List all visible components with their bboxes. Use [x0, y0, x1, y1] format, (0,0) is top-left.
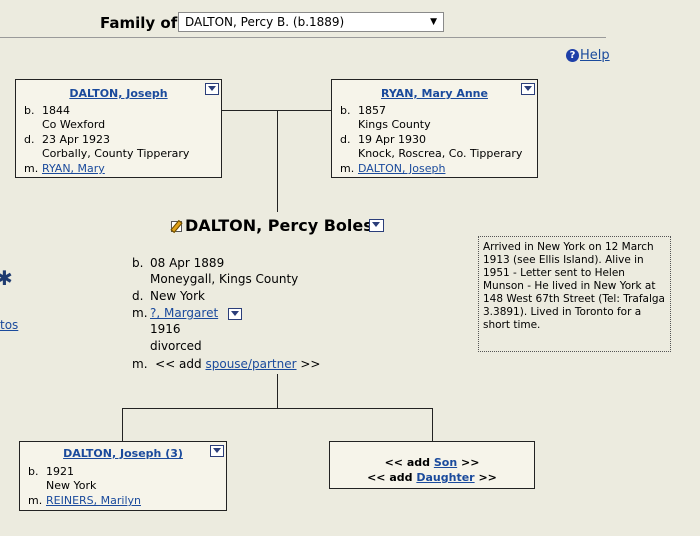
- mother-menu-button[interactable]: [521, 83, 535, 95]
- focus-birth: b. 08 Apr 1889: [132, 256, 225, 270]
- marriage-year: 1916: [150, 322, 181, 336]
- focus-spouse-link[interactable]: ?, Margaret: [150, 306, 218, 320]
- father-menu-button[interactable]: [205, 83, 219, 95]
- father-spouse-link[interactable]: RYAN, Mary: [42, 162, 105, 175]
- add-son-row: << add Son >>: [384, 456, 480, 469]
- focus-person: DALTON, Percy Boles: [170, 216, 373, 235]
- family-selector-bar: Family of DALTON, Percy B. (b.1889) ▼: [0, 0, 606, 38]
- family-select-value: DALTON, Percy B. (b.1889): [185, 15, 345, 29]
- spouse-menu-button[interactable]: [228, 308, 242, 320]
- mother-birth-place: Kings County: [358, 118, 431, 131]
- mother-spouse-link[interactable]: DALTON, Joseph: [358, 162, 445, 175]
- mother-name-link[interactable]: RYAN, Mary Anne: [332, 87, 537, 100]
- child-name-link[interactable]: DALTON, Joseph (3): [20, 447, 226, 460]
- father-birth: b. 1844: [24, 104, 70, 117]
- left-partial-link[interactable]: tos: [0, 318, 18, 332]
- focus-marriage: m.?, Margaret: [132, 306, 219, 320]
- child-birth-place: New York: [46, 479, 97, 492]
- add-child-card: << add Son >> << add Daughter >>: [329, 441, 535, 489]
- person-note: Arrived in New York on 12 March 1913 (se…: [478, 236, 671, 352]
- mother-death: d. 19 Apr 1930: [340, 133, 427, 146]
- family-of-label: Family of: [100, 14, 178, 32]
- father-death: d. 23 Apr 1923: [24, 133, 111, 146]
- children-drop-line: [277, 374, 278, 408]
- add-daughter-row: << add Daughter >>: [367, 471, 497, 484]
- mother-birth: b. 1857: [340, 104, 386, 117]
- father-death-place: Corbally, County Tipperary: [42, 147, 190, 160]
- add-son-link[interactable]: Son: [434, 456, 457, 469]
- focus-menu-button[interactable]: [369, 219, 384, 232]
- father-marriage: m. RYAN, Mary: [24, 162, 105, 175]
- child-birth: b. 1921: [28, 465, 74, 478]
- child-menu-button[interactable]: [210, 445, 224, 457]
- help-link[interactable]: ? Help: [566, 48, 610, 63]
- child-left-drop: [122, 408, 123, 441]
- marriage-status: divorced: [150, 339, 202, 353]
- child-card: DALTON, Joseph (3) b. 1921 New York m. REI…: [19, 441, 227, 511]
- focus-death: d. New York: [132, 289, 205, 303]
- add-spouse-row: m. << add spouse/partner >>: [132, 357, 321, 371]
- add-spouse-link[interactable]: spouse/partner: [205, 357, 296, 371]
- edit-pencil-icon[interactable]: [170, 220, 182, 232]
- mother-card: RYAN, Mary Anne b. 1857 Kings County d. 19…: [331, 79, 538, 178]
- father-name-link[interactable]: DALTON, Joseph: [16, 87, 221, 100]
- child-right-drop: [432, 408, 433, 441]
- children-connector: [122, 408, 433, 409]
- mother-marriage: m. DALTON, Joseph: [340, 162, 446, 175]
- focus-person-name: DALTON, Percy Boles: [185, 216, 373, 235]
- star-icon: ✱: [0, 266, 13, 290]
- help-icon: ?: [566, 49, 579, 62]
- help-label[interactable]: Help: [580, 48, 610, 63]
- dropdown-arrow-icon: ▼: [430, 17, 437, 27]
- father-birth-place: Co Wexford: [42, 118, 106, 131]
- parents-drop-line: [277, 110, 278, 212]
- family-select-dropdown[interactable]: DALTON, Percy B. (b.1889) ▼: [178, 12, 444, 32]
- child-spouse-link[interactable]: REINERS, Marilyn: [46, 494, 141, 507]
- mother-death-place: Knock, Roscrea, Co. Tipperary: [358, 147, 523, 160]
- child-marriage: m. REINERS, Marilyn: [28, 494, 141, 507]
- focus-birth-place: Moneygall, Kings County: [150, 272, 299, 286]
- add-daughter-link[interactable]: Daughter: [416, 471, 474, 484]
- father-card: DALTON, Joseph b. 1844 Co Wexford d. 23 Ap…: [15, 79, 222, 178]
